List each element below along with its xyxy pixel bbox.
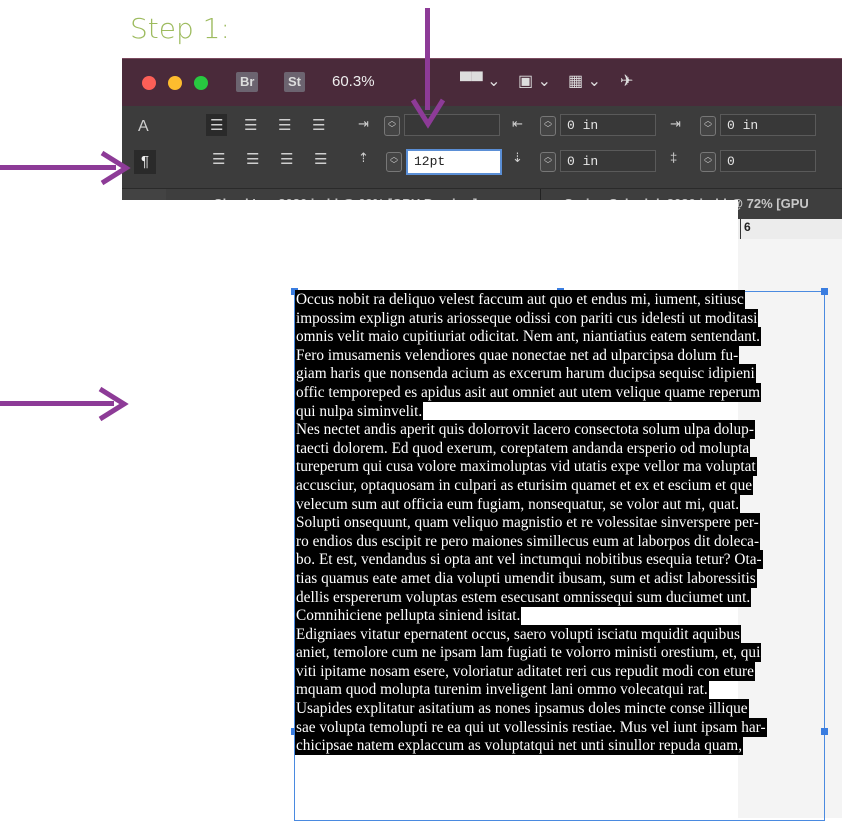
text-line-content: aniet, temolore cum ne ipsam lam fugiati…: [296, 644, 761, 662]
right-indent-stepper[interactable]: ︿ ﹀: [540, 116, 556, 136]
drop-cap-lines-icon: ‡: [670, 150, 678, 165]
close-window-button[interactable]: [142, 76, 156, 90]
space-before-icon: ⇡: [358, 150, 369, 165]
text-line: aniet, temolore cum ne ipsam lam fugiati…: [296, 644, 824, 663]
arrow-right-annotation: [0, 150, 131, 186]
text-line: Fero imusamenis velendiores quae nonecta…: [296, 346, 824, 366]
justify-all-icon[interactable]: ☰: [314, 150, 327, 168]
space-after-icon: ⇣: [512, 150, 523, 165]
right-indent-field[interactable]: 0 in: [560, 114, 656, 136]
stock-button[interactable]: St: [284, 72, 305, 92]
text-line-content: Solupti onsequunt, quam veliquo magnisti…: [296, 514, 759, 532]
text-line-content: ro endios dus escipit re pero maiones si…: [296, 532, 760, 550]
arrow-head-icon: [100, 150, 131, 186]
text-line: giam haris que nonsenda acium as excerum…: [296, 365, 824, 384]
text-line: offic temporeped es apidus asit aut omni…: [296, 383, 824, 403]
left-indent-icon: ⇥: [358, 116, 369, 131]
text-line: Occus nobit ra deliquo velest faccum aut…: [296, 291, 824, 310]
text-line: tias quamus eate amet dia volupti umendi…: [296, 569, 824, 589]
character-mode-button[interactable]: A: [138, 118, 149, 136]
screen-mode-icon[interactable]: ▣ ⌄: [518, 71, 551, 91]
text-line: bo. Et est, vendandus si opta ant vel in…: [296, 551, 824, 570]
drop-cap-field[interactable]: 0: [720, 150, 816, 172]
text-line-content: offic temporeped es apidus asit aut omni…: [296, 383, 761, 401]
text-line: mquam quod molupta turenim inveligent la…: [296, 681, 824, 700]
publish-online-icon[interactable]: ✈: [620, 71, 633, 91]
text-line: accusciur, optaquosam in culpari as etur…: [296, 476, 824, 496]
text-line: taecti dolorem. Ed quod exerum, coreptat…: [296, 439, 824, 459]
drop-cap-stepper[interactable]: ︿ ﹀: [700, 152, 716, 172]
text-line-content: viti ipitame nosam esere, voloriatur adi…: [296, 662, 754, 680]
text-line-content: Nes nectet andis aperit quis dolorrovit …: [296, 421, 754, 439]
text-line-content: Usapides explitatur asitatium as nones i…: [296, 700, 748, 718]
justify-center-icon[interactable]: ☰: [246, 150, 259, 168]
text-line: dellis erspererum voluptas estem esecusa…: [296, 588, 824, 608]
text-line: viti ipitame nosam esere, voloriatur adi…: [296, 662, 824, 682]
text-line-content: dellis erspererum voluptas estem esecusa…: [296, 588, 751, 606]
text-line-content: accusciur, optaquosam in culpari as etur…: [296, 476, 753, 494]
text-line-content: Occus nobit ra deliquo velest faccum aut…: [296, 291, 744, 308]
text-line: ro endios dus escipit re pero maiones si…: [296, 532, 824, 552]
text-line: Edigniaes vitatur epernatent occus, saer…: [296, 625, 824, 645]
bridge-button[interactable]: Br: [236, 72, 259, 92]
arrow-right-annotation: [0, 386, 130, 422]
align-towards-spine-icon[interactable]: ☰: [312, 116, 325, 134]
text-line-content: mquam quod molupta turenim inveligent la…: [296, 681, 708, 699]
text-line-content: velecum sum aut officia eum fugiam, nons…: [296, 495, 740, 513]
text-line: velecum sum aut officia eum fugiam, nons…: [296, 495, 824, 515]
text-line-content: tureperum qui cusa volore maximoluptas v…: [296, 458, 756, 476]
space-after-field[interactable]: 0 in: [560, 150, 656, 172]
text-line-content: bo. Et est, vendandus si opta ant vel in…: [296, 551, 762, 569]
text-line: qui nulpa siminvelit.: [296, 402, 824, 422]
selected-body-text[interactable]: Occus nobit ra deliquo velest faccum aut…: [296, 291, 824, 756]
text-line: omnis velit maio cupitiuriat odicitat. N…: [296, 328, 824, 347]
text-line-content: chicipsae natem explaccum as voluptatqui…: [296, 737, 743, 755]
align-center-icon[interactable]: ☰: [244, 116, 257, 134]
align-right-icon[interactable]: ☰: [278, 116, 291, 134]
text-line: chicipsae natem explaccum as voluptatqui…: [296, 737, 824, 756]
space-after-stepper[interactable]: ︿ ﹀: [540, 152, 556, 172]
text-line: impossim explign aturis ariosseque odiss…: [296, 309, 824, 329]
first-line-indent-icon: ⇥: [670, 116, 681, 131]
text-line: sae volupta temolupti re ea qui ut volle…: [296, 718, 824, 738]
space-before-stepper[interactable]: ︿ ﹀: [386, 152, 402, 172]
text-line: Comnihiciene pellupta siniend isitat.: [296, 607, 824, 626]
text-line-content: giam haris que nonsenda acium as excerum…: [296, 365, 755, 383]
justify-right-icon[interactable]: ☰: [280, 150, 293, 168]
text-line-content: taecti dolorem. Ed quod exerum, coreptat…: [296, 439, 750, 457]
text-line: Solupti onsequunt, quam veliquo magnisti…: [296, 514, 824, 533]
right-indent-icon: ⇤: [512, 116, 523, 131]
align-left-icon[interactable]: ☰: [206, 114, 228, 136]
text-line-content: Comnihiciene pellupta siniend isitat.: [296, 607, 521, 625]
first-line-indent-field[interactable]: 0 in: [720, 114, 816, 136]
control-panel: A ¶ ☰ ☰ ☰ ☰ ☰ ☰ ☰ ☰ ⇥ ︿ ﹀ ⇡ ︿ ﹀ 12pt ⇤ ︿ ﹀ …: [122, 106, 842, 189]
text-line-content: Fero imusamenis velendiores quae nonecta…: [296, 346, 739, 364]
first-line-indent-stepper[interactable]: ︿ ﹀: [700, 116, 716, 136]
step-title: Step 1:: [130, 12, 230, 45]
text-line-content: sae volupta temolupti re ea qui ut volle…: [296, 718, 766, 736]
paragraph-mode-button[interactable]: ¶: [134, 150, 156, 174]
text-line: Usapides explitatur asitatium as nones i…: [296, 700, 824, 719]
text-line-content: Edigniaes vitatur epernatent occus, saer…: [296, 625, 740, 643]
zoom-window-button[interactable]: [194, 76, 208, 90]
text-line: tureperum qui cusa volore maximoluptas v…: [296, 458, 824, 477]
justify-left-icon[interactable]: ☰: [212, 150, 225, 168]
text-line: Nes nectet andis aperit quis dolorrovit …: [296, 421, 824, 440]
arrow-down-annotation: [410, 8, 446, 130]
text-frame[interactable]: Occus nobit ra deliquo velest faccum aut…: [296, 291, 824, 811]
text-line-content: omnis velit maio cupitiuriat odicitat. N…: [296, 328, 760, 346]
arrow-head-icon: [98, 386, 129, 422]
text-line-content: impossim explign aturis ariosseque odiss…: [296, 309, 758, 327]
ruler-label: 6: [744, 220, 751, 234]
left-indent-stepper[interactable]: ︿ ﹀: [384, 116, 400, 136]
arrow-head-icon: [410, 98, 446, 129]
app-bar: Br St 60.3% ▀▀ ⌄ ▣ ⌄ ▦ ⌄ ✈: [122, 58, 842, 107]
text-line-content: tias quamus eate amet dia volupti umendi…: [296, 569, 756, 587]
arrange-documents-icon[interactable]: ▦ ⌄: [568, 71, 601, 91]
minimize-window-button[interactable]: [168, 76, 182, 90]
view-options-icon[interactable]: ▀▀ ⌄: [460, 71, 501, 91]
text-line-content: qui nulpa siminvelit.: [296, 402, 423, 420]
space-before-field[interactable]: 12pt: [406, 149, 502, 175]
zoom-level[interactable]: 60.3%: [332, 73, 375, 90]
